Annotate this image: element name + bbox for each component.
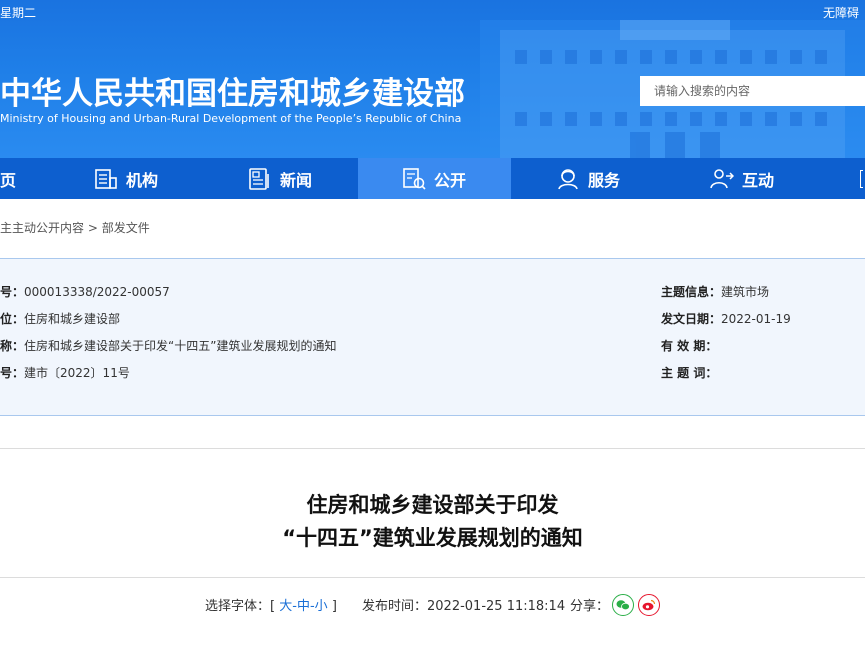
bracket: [ <box>270 599 276 614</box>
nav-item-news[interactable]: 新闻 <box>248 158 312 199</box>
font-medium-button[interactable]: 中 <box>297 599 310 614</box>
article-title-line2: “十四五”建筑业发展规划的通知 <box>282 526 583 550</box>
info-label: 有 效 期： <box>661 339 718 353</box>
site-title[interactable]: 中华人民共和国住房和城乡建设部 <box>0 68 465 113</box>
main-nav: 页 机构 新闻 公开 服务 互动 <box>0 158 865 199</box>
info-label: 发文日期： <box>661 312 722 326</box>
nav-item-service[interactable]: 服务 <box>556 158 620 199</box>
nav-item-label: 新闻 <box>280 170 313 190</box>
nav-item-disclosure[interactable]: 公开 <box>358 158 511 199</box>
accessibility-link[interactable]: 无障碍 <box>823 4 859 21</box>
breadcrumb: 主主动公开内容 > 部发文件 <box>0 219 150 236</box>
nav-item-label: 服务 <box>588 170 621 190</box>
nav-item-interact[interactable]: 互动 <box>710 158 774 199</box>
nav-edge-icon <box>860 170 863 188</box>
info-index-number: 号：000013338/2022-00057 <box>0 283 170 300</box>
breadcrumb-item[interactable]: 部发文件 <box>102 221 150 235</box>
info-topic: 主题信息：建筑市场 <box>661 283 769 300</box>
bracket: ] <box>331 599 337 614</box>
nav-item-org[interactable]: 机构 <box>94 158 158 199</box>
divider <box>0 448 865 449</box>
font-size-label: 选择字体： <box>205 599 271 614</box>
info-label: 称： <box>0 339 25 353</box>
nav-item-home[interactable]: 页 <box>0 158 40 199</box>
nav-item-label: 公开 <box>434 170 467 190</box>
info-value: 000013338/2022-00057 <box>24 285 170 299</box>
wechat-icon <box>616 600 630 611</box>
search-input[interactable] <box>640 76 865 106</box>
publish-time: 发布时间：2022-01-25 11:18:14 <box>362 595 565 614</box>
info-value: 建筑市场 <box>721 285 770 299</box>
info-value: 住房和城乡建设部关于印发“十四五”建筑业发展规划的通知 <box>24 339 337 353</box>
divider <box>0 577 865 578</box>
article-title-line1: 住房和城乡建设部关于印发 <box>306 493 559 517</box>
font-large-button[interactable]: 大 <box>279 599 292 614</box>
news-icon <box>249 167 269 190</box>
info-doc-name: 称：住房和城乡建设部关于印发“十四五”建筑业发展规划的通知 <box>0 337 336 354</box>
weibo-share-icon[interactable] <box>638 594 660 616</box>
site-header: 星期二 无障碍 中华人民共和国住房和城乡建设部 Ministry of Hous… <box>0 0 865 158</box>
site-subtitle: Ministry of Housing and Urban-Rural Deve… <box>0 112 462 125</box>
font-size-selector: 选择字体：[ 大-中-小 ] <box>205 595 337 614</box>
org-icon <box>95 168 117 189</box>
wechat-share-icon[interactable] <box>612 594 634 616</box>
publish-time-label: 发布时间： <box>362 599 428 614</box>
font-small-button[interactable]: 小 <box>315 599 328 614</box>
info-label: 主 题 词： <box>661 366 718 380</box>
info-issue-date: 发文日期：2022-01-19 <box>661 310 791 327</box>
interact-icon <box>710 168 734 188</box>
nav-item-label: 机构 <box>126 170 159 190</box>
info-value: 建市〔2022〕11号 <box>24 366 130 380</box>
info-doc-number: 号：建市〔2022〕11号 <box>0 364 130 381</box>
disclosure-icon <box>403 167 426 190</box>
info-validity: 有 效 期： <box>661 337 717 354</box>
info-value: 住房和城乡建设部 <box>24 312 121 326</box>
info-label: 号： <box>0 285 25 299</box>
date-text: 星期二 <box>0 6 37 20</box>
nav-item-label: 互动 <box>742 170 775 190</box>
nav-item-label: 页 <box>0 170 17 190</box>
info-keywords: 主 题 词： <box>661 364 717 381</box>
service-icon <box>558 168 578 189</box>
info-label: 位： <box>0 312 25 326</box>
publish-time-value: 2022-01-25 11:18:14 <box>427 599 566 614</box>
info-label: 主题信息： <box>661 285 722 299</box>
breadcrumb-item[interactable]: 主主动公开内容 <box>0 221 84 235</box>
breadcrumb-separator: > <box>87 221 98 235</box>
weibo-icon <box>642 599 656 611</box>
info-value: 2022-01-19 <box>721 312 791 326</box>
share-label: 分享： <box>570 599 610 614</box>
info-issuer: 位：住房和城乡建设部 <box>0 310 120 327</box>
info-label: 号： <box>0 366 25 380</box>
